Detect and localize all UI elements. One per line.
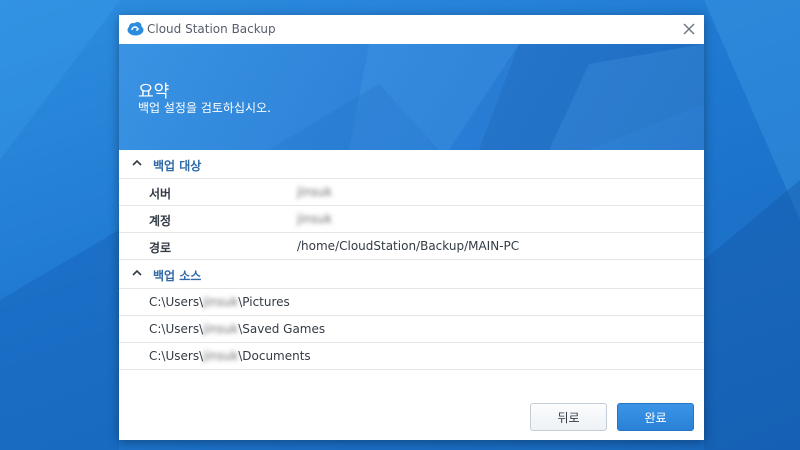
server-label: 서버 [149,187,172,201]
section-title-backup-source: 백업 소스 [153,269,202,283]
section-header-backup-source[interactable]: 백업 소스 [119,260,704,289]
chevron-up-icon [132,159,142,166]
back-button[interactable]: 뒤로 [530,403,607,431]
source-path: C:\Users\jinsuk\Documents [149,349,311,363]
source-item: C:\Users\jinsuk\Pictures [119,289,704,316]
finish-button[interactable]: 완료 [617,403,694,431]
path-label: 경로 [149,241,172,255]
server-value: jinsuk [297,185,333,199]
section-header-backup-target[interactable]: 백업 대상 [119,150,704,179]
row-account: 계정 jinsuk [119,206,704,233]
title-bar: Cloud Station Backup [119,15,704,44]
source-item: C:\Users\jinsuk\Documents [119,343,704,370]
source-item: C:\Users\jinsuk\Saved Games [119,316,704,343]
cloud-icon [127,22,144,36]
backup-wizard-window: Cloud Station Backup 요약 백업 설정을 검토하십시오. 백… [119,15,704,440]
account-value: jinsuk [297,212,333,226]
section-title-backup-target: 백업 대상 [153,159,202,173]
close-icon[interactable] [680,20,698,38]
source-path: C:\Users\jinsuk\Pictures [149,295,290,309]
chevron-up-icon [132,269,142,276]
account-label: 계정 [149,214,172,228]
source-path: C:\Users\jinsuk\Saved Games [149,322,326,336]
row-path: 경로 /home/CloudStation/Backup/MAIN-PC [119,233,704,260]
row-server: 서버 jinsuk [119,179,704,206]
summary-banner: 요약 백업 설정을 검토하십시오. [119,44,704,150]
summary-content: 백업 대상 서버 jinsuk 계정 jinsuk 경로 /home/Cloud… [119,150,704,370]
path-value: /home/CloudStation/Backup/MAIN-PC [297,239,520,253]
window-title: Cloud Station Backup [147,22,276,36]
page-subtitle: 백업 설정을 검토하십시오. [138,101,271,115]
banner-decoration [269,44,704,150]
